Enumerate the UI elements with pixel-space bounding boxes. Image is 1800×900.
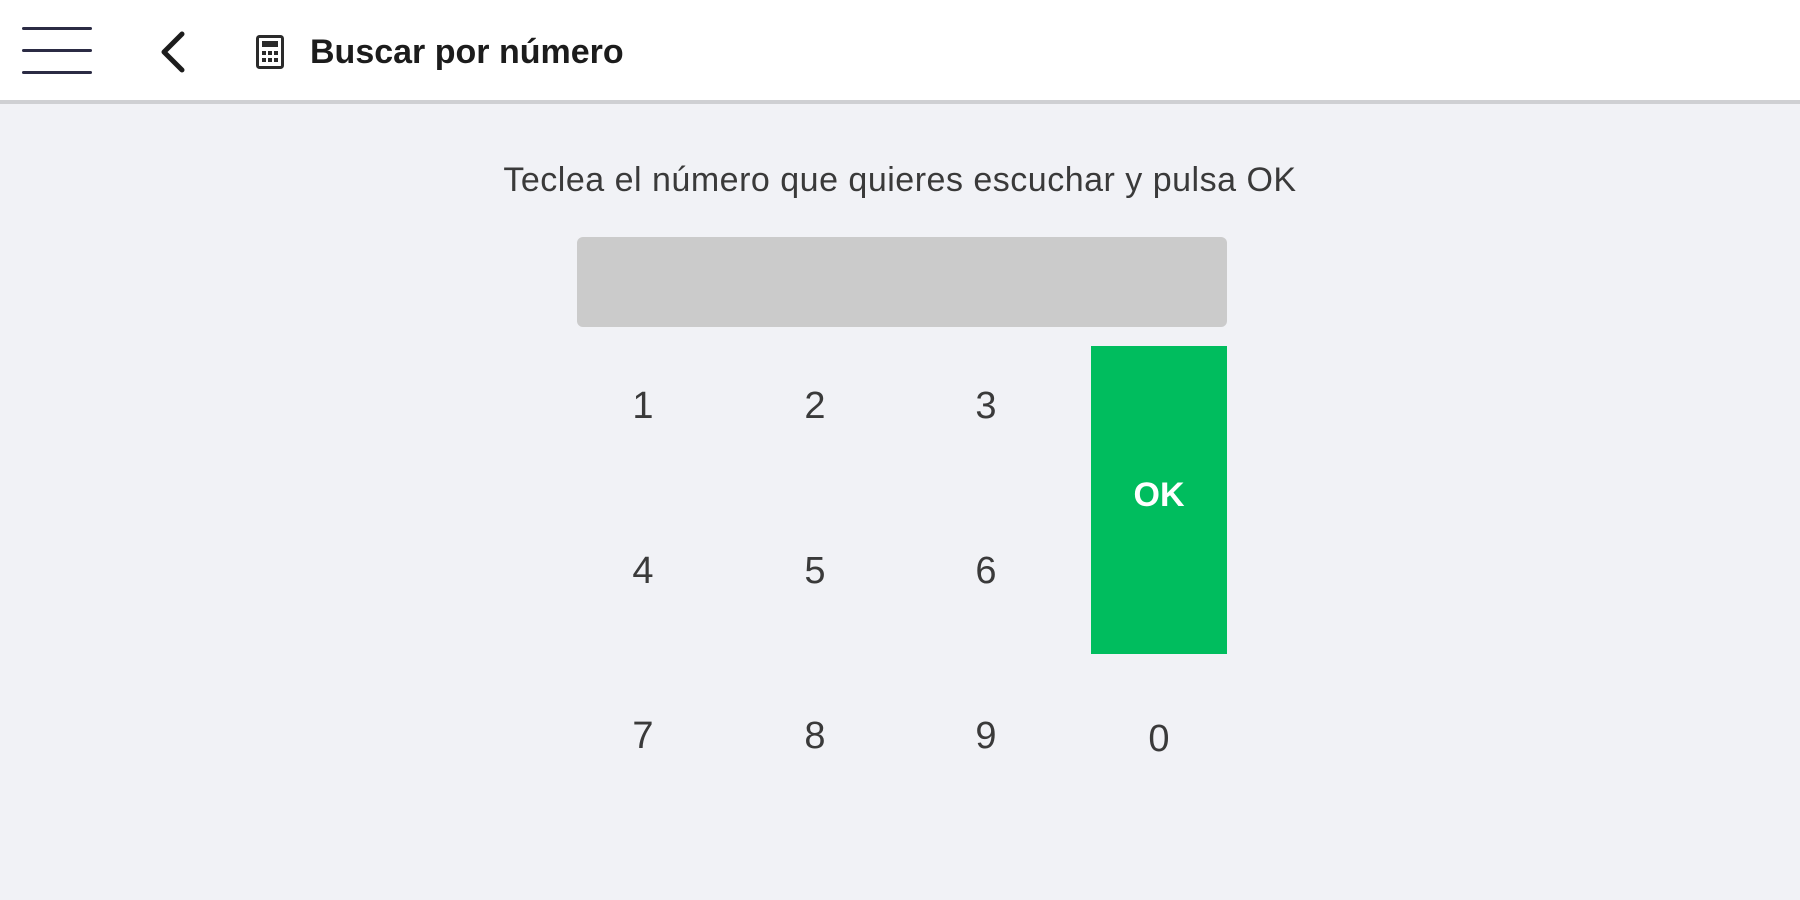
menu-line: [22, 49, 92, 52]
keypad-key-8[interactable]: 8: [740, 681, 890, 791]
keypad-key-2[interactable]: 2: [740, 351, 890, 461]
keypad-key-3[interactable]: 3: [911, 351, 1061, 461]
number-input[interactable]: [577, 237, 1227, 327]
keypad-key-9[interactable]: 9: [911, 681, 1061, 791]
keypad-key-4[interactable]: 4: [568, 516, 718, 626]
back-button[interactable]: [152, 28, 196, 76]
keypad-key-7[interactable]: 7: [568, 681, 718, 791]
menu-line: [22, 27, 92, 30]
calculator-icon: [256, 35, 284, 69]
chevron-left-icon: [161, 31, 185, 73]
page-title: Buscar por número: [310, 33, 624, 71]
top-app-bar: Buscar por número: [0, 0, 1800, 104]
instruction-text: Teclea el número que quieres escuchar y …: [503, 161, 1297, 199]
menu-line: [22, 71, 92, 74]
hamburger-menu-icon[interactable]: [22, 27, 92, 75]
ok-button[interactable]: OK: [1091, 346, 1227, 654]
keypad-key-5[interactable]: 5: [740, 516, 890, 626]
keypad-key-1[interactable]: 1: [568, 351, 718, 461]
keypad-key-0[interactable]: 0: [1084, 684, 1234, 794]
keypad-key-6[interactable]: 6: [911, 516, 1061, 626]
